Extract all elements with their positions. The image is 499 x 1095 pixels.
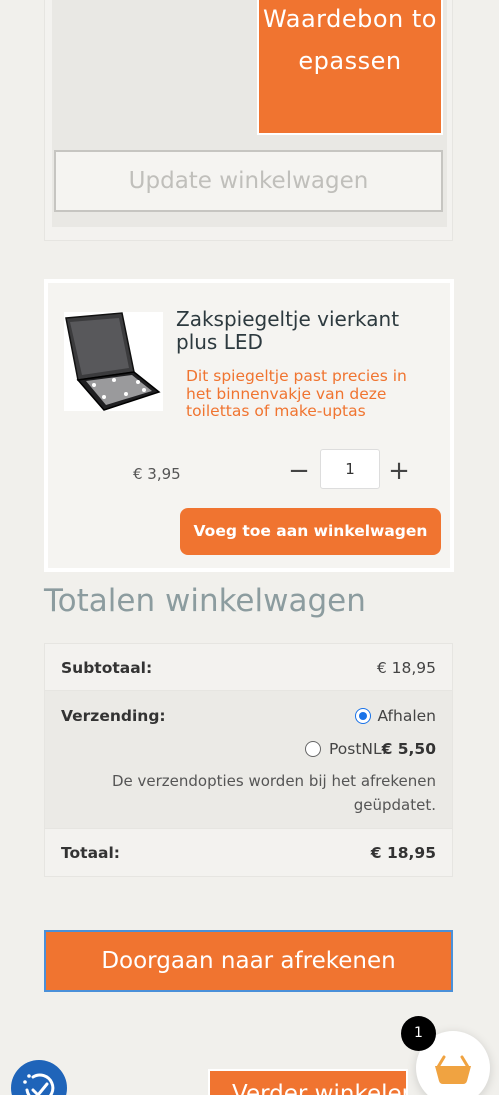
shipping-option-pickup-radio[interactable] bbox=[355, 708, 371, 724]
product-price: € 3,95 bbox=[133, 465, 181, 483]
apply-coupon-button[interactable]: Waardebon toepassen bbox=[257, 0, 443, 135]
product-title[interactable]: Zakspiegeltje vierkant plus LED bbox=[176, 308, 436, 354]
continue-shopping-button[interactable]: Verder winkelen bbox=[208, 1069, 408, 1095]
shipping-option-postnl-radio[interactable] bbox=[305, 741, 321, 757]
quantity-input[interactable] bbox=[320, 449, 380, 489]
update-cart-button[interactable]: Update winkelwagen bbox=[54, 150, 443, 212]
quantity-increase-button[interactable]: + bbox=[386, 454, 412, 490]
accessibility-button[interactable] bbox=[11, 1060, 67, 1095]
add-to-cart-button[interactable]: Voeg toe aan winkelwagen bbox=[180, 508, 441, 555]
cart-totals-heading: Totalen winkelwagen bbox=[44, 583, 366, 619]
shipping-option-postnl-label[interactable]: PostNL: bbox=[329, 740, 387, 758]
product-description: Dit spiegeltje past precies in het binne… bbox=[186, 367, 407, 420]
cart-count-badge: 1 bbox=[401, 1016, 436, 1051]
accessibility-icon bbox=[23, 1073, 55, 1095]
cart-totals-table: Subtotaal: € 18,95 Verzending: Afhalen P… bbox=[44, 643, 453, 877]
total-value: € 18,95 bbox=[370, 844, 436, 862]
subtotal-row: Subtotaal: € 18,95 bbox=[45, 644, 452, 691]
quantity-decrease-button[interactable]: − bbox=[287, 454, 311, 490]
product-image[interactable] bbox=[64, 312, 163, 411]
shipping-note: De verzendopties worden bij het afrekene… bbox=[111, 772, 436, 814]
subtotal-label: Subtotaal: bbox=[61, 659, 153, 677]
shipping-label: Verzending: bbox=[61, 707, 166, 725]
upsell-product-card: Zakspiegeltje vierkant plus LED Dit spie… bbox=[44, 279, 454, 572]
shipping-row: Verzending: Afhalen PostNL: € 5,50 De ve… bbox=[45, 691, 452, 829]
subtotal-value: € 18,95 bbox=[376, 659, 436, 677]
total-label: Totaal: bbox=[61, 844, 121, 862]
shipping-option-postnl-price: € 5,50 bbox=[381, 740, 436, 758]
shipping-option-pickup-label[interactable]: Afhalen bbox=[378, 707, 437, 725]
proceed-to-checkout-button[interactable]: Doorgaan naar afrekenen bbox=[44, 930, 453, 992]
pocket-mirror-icon bbox=[64, 312, 163, 411]
total-row: Totaal: € 18,95 bbox=[45, 829, 452, 876]
